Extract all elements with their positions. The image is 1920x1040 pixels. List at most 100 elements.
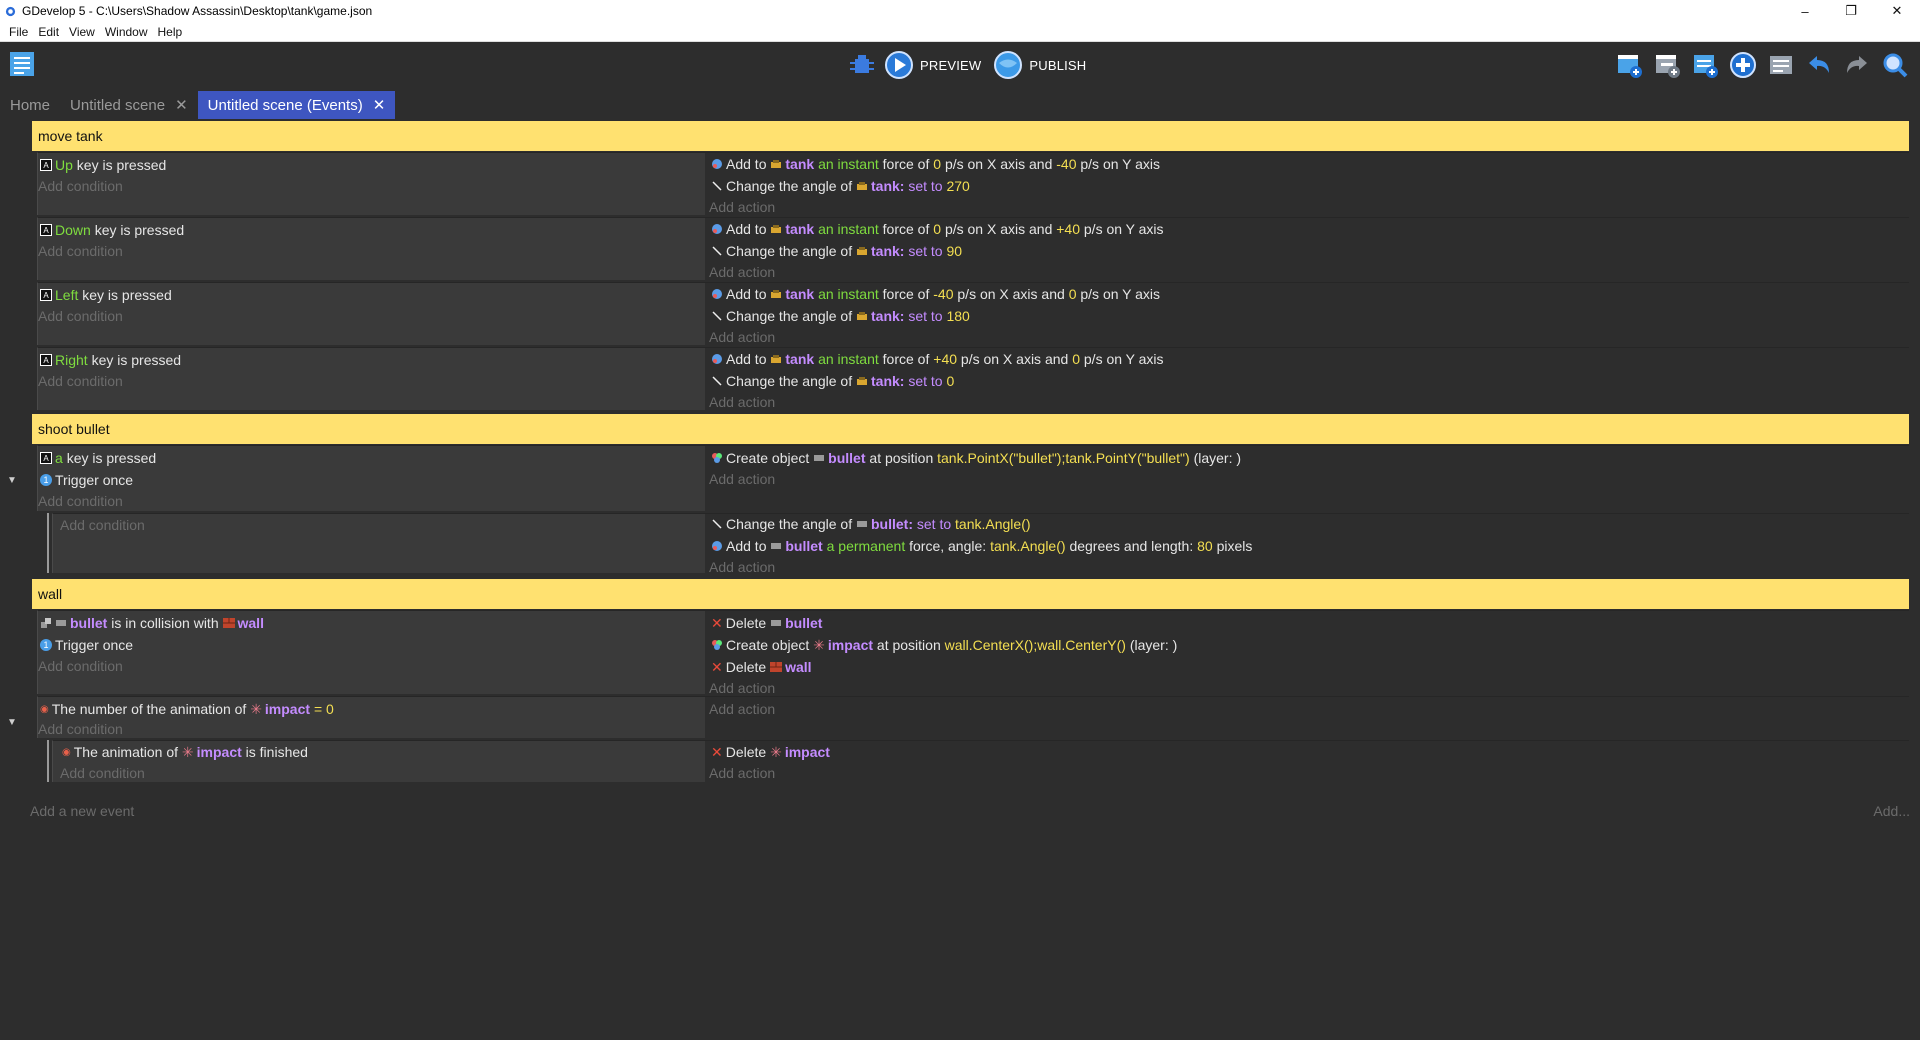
force-icon [712,289,722,299]
add-action-link[interactable]: Add action [709,557,775,577]
condition-trigger-once[interactable]: 1 Trigger once [40,635,133,655]
add-action-link[interactable]: Add action [709,327,775,347]
add-condition-link[interactable]: Add condition [60,515,145,535]
action-add-force[interactable]: Add to tank an instant force of -40 p/s … [711,284,1160,304]
event-anim-actions[interactable] [705,696,1909,738]
object-name: impact [827,637,874,653]
delete-selected-button[interactable] [1766,50,1796,80]
tab-scene-events[interactable]: Untitled scene (Events) ✕ [197,91,396,119]
impact-object-icon: ✳ [181,743,194,760]
impact-object-icon: ✳ [813,636,825,653]
subevent-anim-actions[interactable] [705,740,1909,782]
add-condition-link[interactable]: Add condition [38,371,123,391]
text: is finished [245,744,308,760]
value: -40 [1056,156,1077,172]
add-action-link[interactable]: Add action [709,197,775,217]
action-change-angle[interactable]: Change the angle of tank: set to 270 [711,176,970,196]
add-condition-link[interactable]: Add condition [60,763,145,783]
collapse-arrow-icon[interactable]: ▼ [7,717,17,728]
condition-a-key[interactable]: A a key is pressed [40,448,156,468]
add-condition-link[interactable]: Add condition [38,491,123,511]
action-change-angle[interactable]: Change the angle of tank: set to 0 [711,371,954,391]
action-create-impact[interactable]: Create object ✳ impact at position wall.C… [711,635,1177,655]
subevent-indent-line [47,513,49,573]
action-change-angle[interactable]: Change the angle of tank: set to 180 [711,306,970,326]
wall-object-icon [770,662,783,672]
add-condition-link[interactable]: Add condition [38,306,123,326]
operator: set to [908,373,943,389]
action-delete-bullet[interactable]: ✕ Delete bullet [711,613,822,633]
project-manager-icon[interactable] [8,50,36,78]
impact-object-icon: ✳ [250,700,262,717]
close-tab-icon[interactable]: ✕ [175,96,188,114]
undo-button[interactable] [1804,50,1834,80]
add-action-link[interactable]: Add action [709,262,775,282]
menu-view[interactable]: View [64,25,100,39]
preview-play-icon[interactable] [884,50,914,80]
add-action-link[interactable]: Add action [709,469,775,489]
object-name: impact [196,744,242,760]
collision-icon [41,618,51,628]
action-add-force[interactable]: Add to tank an instant force of 0 p/s on… [711,219,1164,239]
action-add-force[interactable]: Add to tank an instant force of +40 p/s … [711,349,1164,369]
add-comment-button[interactable] [1690,50,1720,80]
close-window-button[interactable]: ✕ [1874,0,1920,22]
condition-animation-finished[interactable]: ◉ The animation of ✳ impact is finished [62,742,308,762]
condition-left-key[interactable]: A Left key is pressed [40,285,172,305]
menu-edit[interactable]: Edit [33,25,64,39]
tab-home[interactable]: Home [0,91,60,119]
menu-help[interactable]: Help [153,25,188,39]
action-add-permanent-force[interactable]: Add to bullet a permanent force, angle: … [711,536,1252,556]
add-subevent-button[interactable] [1652,50,1682,80]
editor-tabs: Home Untitled scene ✕ Untitled scene (Eve… [0,87,1920,119]
action-delete-impact[interactable]: ✕ Delete ✳ impact [711,742,830,762]
value: 0 [933,221,942,237]
action-delete-wall[interactable]: ✕ Delete wall [711,657,812,677]
restore-button[interactable]: ❐ [1828,0,1874,22]
text: Delete [725,615,767,631]
group-wall[interactable]: wall [32,579,1909,609]
add-action-link[interactable]: Add action [709,699,775,719]
add-condition-link[interactable]: Add condition [38,176,123,196]
add-condition-link[interactable]: Add condition [38,241,123,261]
condition-down-key[interactable]: A Down key is pressed [40,220,184,240]
preview-button[interactable]: PREVIEW [920,58,981,73]
condition-trigger-once[interactable]: 1 Trigger once [40,470,133,490]
action-add-force[interactable]: Add to tank an instant force of 0 p/s on… [711,154,1160,174]
condition-animation-number[interactable]: ◉ The number of the animation of ✳ impact … [40,699,334,719]
action-change-angle-bullet[interactable]: Change the angle of bullet: set to tank.… [711,514,1031,534]
minimize-button[interactable]: – [1782,0,1828,22]
add-event-button[interactable] [1614,50,1644,80]
text: Create object [726,637,810,653]
group-shoot-bullet[interactable]: shoot bullet [32,414,1909,444]
action-create-bullet[interactable]: Create object bullet at position tank.Po… [711,448,1241,468]
add-other-button[interactable] [1728,50,1758,80]
tab-untitled-scene[interactable]: Untitled scene ✕ [60,91,198,119]
group-move-tank[interactable]: move tank [32,121,1909,151]
close-tab-icon[interactable]: ✕ [373,96,386,114]
publish-button[interactable]: PUBLISH [1029,58,1086,73]
text: The animation of [73,744,179,760]
add-condition-link[interactable]: Add condition [38,719,123,739]
add-new-event-link[interactable]: Add a new event [30,803,134,819]
search-button[interactable] [1880,50,1910,80]
add-action-link[interactable]: Add action [709,678,775,698]
menu-file[interactable]: File [4,25,33,39]
add-action-link[interactable]: Add action [709,392,775,412]
add-action-link[interactable]: Add action [709,763,775,783]
publish-globe-icon[interactable] [993,50,1023,80]
add-condition-link[interactable]: Add condition [38,656,123,676]
add-more-link[interactable]: Add... [1873,803,1910,819]
condition-up-key[interactable]: A Up key is pressed [40,155,166,175]
action-change-angle[interactable]: Change the angle of tank: set to 90 [711,241,962,261]
condition-right-key[interactable]: A Right key is pressed [40,350,181,370]
collapse-arrow-icon[interactable]: ▼ [7,475,17,486]
tab-label: Untitled scene [70,96,166,114]
debugger-icon[interactable] [848,51,876,79]
key-name: Up [55,157,73,173]
subevent-shoot-conditions[interactable] [52,513,705,573]
condition-collision[interactable]: bullet is in collision with wall [40,613,264,633]
redo-button[interactable] [1842,50,1872,80]
menu-window[interactable]: Window [100,25,153,39]
operator: set to [916,516,952,532]
